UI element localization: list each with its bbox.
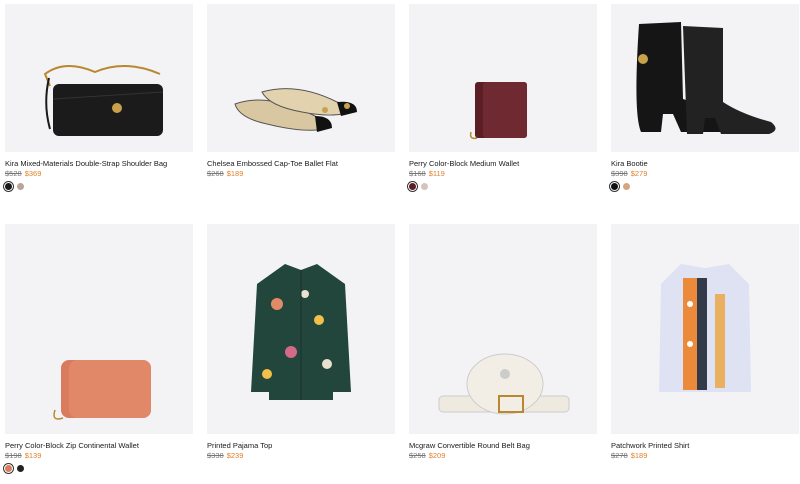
product-name[interactable]: Perry Color-Block Zip Continental Wallet [5, 441, 193, 451]
color-swatches [5, 183, 193, 190]
product-price: $338 $239 [207, 451, 395, 461]
product-image[interactable] [207, 224, 395, 434]
original-price: $168 [409, 169, 426, 178]
wallet-icon [469, 82, 527, 140]
product-price: $278 $189 [611, 451, 799, 461]
color-swatches [409, 183, 597, 190]
product-card[interactable]: Printed Pajama Top $338 $239 [207, 224, 395, 461]
zip-wallet-icon [53, 360, 151, 420]
product-grid: Kira Mixed-Materials Double-Strap Should… [0, 0, 800, 484]
product-image[interactable] [611, 224, 799, 434]
product-name[interactable]: Patchwork Printed Shirt [611, 441, 799, 451]
shirt-icon [659, 264, 751, 392]
product-price: $268 $189 [207, 169, 395, 179]
original-price: $268 [207, 169, 224, 178]
sale-price: $139 [24, 451, 42, 460]
belt-bag-icon [438, 353, 570, 415]
bootie-icon [636, 22, 776, 134]
original-price: $528 [5, 169, 22, 178]
color-swatch[interactable] [5, 183, 12, 190]
color-swatches [5, 465, 193, 472]
product-name[interactable]: Mcgraw Convertible Round Belt Bag [409, 441, 597, 451]
product-card[interactable]: Kira Mixed-Materials Double-Strap Should… [5, 4, 193, 190]
sale-price: $369 [24, 169, 42, 178]
product-image[interactable] [611, 4, 799, 152]
sale-price: $189 [630, 451, 648, 460]
product-name[interactable]: Kira Mixed-Materials Double-Strap Should… [5, 159, 193, 169]
product-price: $528 $369 [5, 169, 193, 179]
original-price: $278 [611, 451, 628, 460]
color-swatch[interactable] [611, 183, 618, 190]
color-swatch[interactable] [421, 183, 428, 190]
sale-price: $209 [428, 451, 446, 460]
original-price: $198 [5, 451, 22, 460]
pajama-top-icon [251, 264, 351, 400]
product-price: $398 $279 [611, 169, 799, 179]
product-image[interactable] [5, 4, 193, 152]
product-price: $258 $209 [409, 451, 597, 461]
color-swatch[interactable] [409, 183, 416, 190]
product-card[interactable]: Kira Bootie $398 $279 [611, 4, 799, 190]
original-price: $398 [611, 169, 628, 178]
sale-price: $279 [630, 169, 648, 178]
product-image[interactable] [409, 4, 597, 152]
sale-price: $119 [428, 169, 445, 178]
color-swatch[interactable] [17, 183, 24, 190]
product-image[interactable] [409, 224, 597, 434]
color-swatch[interactable] [5, 465, 12, 472]
product-image[interactable] [207, 4, 395, 152]
product-card[interactable]: Perry Color-Block Zip Continental Wallet… [5, 224, 193, 472]
sale-price: $239 [226, 451, 244, 460]
product-name[interactable]: Printed Pajama Top [207, 441, 395, 451]
product-name[interactable]: Kira Bootie [611, 159, 799, 169]
product-image[interactable] [5, 224, 193, 434]
sale-price: $189 [226, 169, 244, 178]
product-card[interactable]: Perry Color-Block Medium Wallet $168 $119 [409, 4, 597, 190]
product-price: $168 $119 [409, 169, 597, 179]
product-card[interactable]: Patchwork Printed Shirt $278 $189 [611, 224, 799, 461]
original-price: $338 [207, 451, 224, 460]
shoulder-bag-icon [43, 64, 164, 136]
ballet-flat-icon [234, 88, 357, 132]
product-card[interactable]: Mcgraw Convertible Round Belt Bag $258 $2… [409, 224, 597, 461]
color-swatches [611, 183, 799, 190]
product-card[interactable]: Chelsea Embossed Cap-Toe Ballet Flat $26… [207, 4, 395, 179]
original-price: $258 [409, 451, 426, 460]
product-price: $198 $139 [5, 451, 193, 461]
color-swatch[interactable] [17, 465, 24, 472]
product-name[interactable]: Chelsea Embossed Cap-Toe Ballet Flat [207, 159, 395, 169]
product-name[interactable]: Perry Color-Block Medium Wallet [409, 159, 597, 169]
color-swatch[interactable] [623, 183, 630, 190]
